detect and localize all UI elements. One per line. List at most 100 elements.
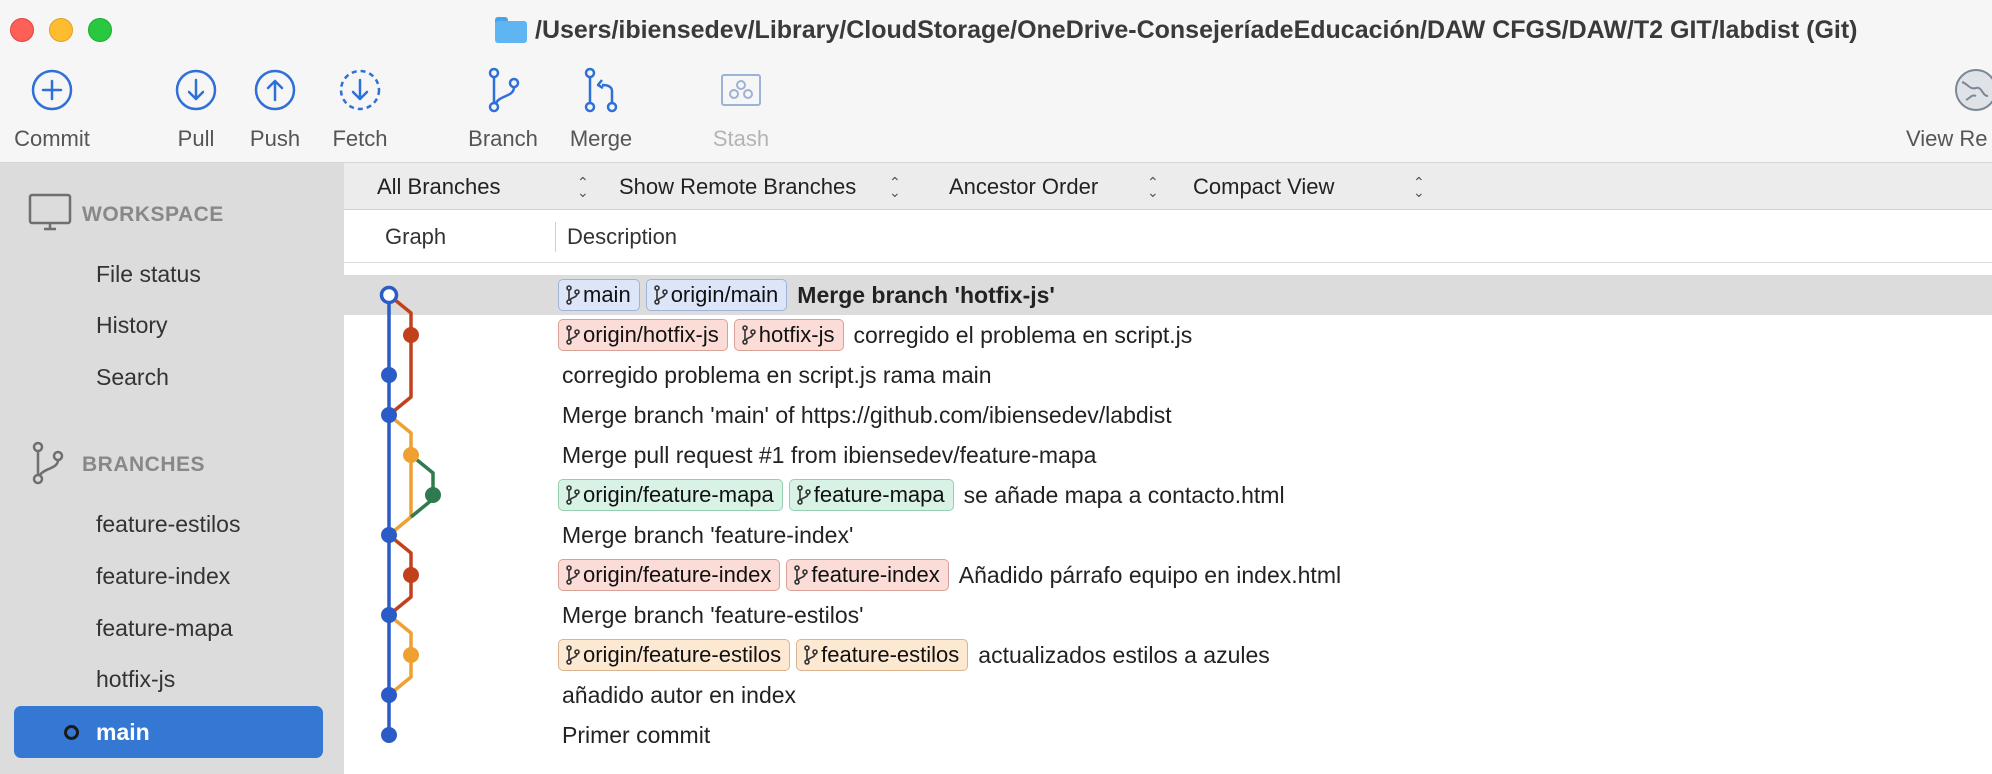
branch-badge[interactable]: origin/hotfix-js (558, 319, 728, 351)
branches-section-header[interactable]: BRANCHES (0, 440, 344, 490)
monitor-icon (28, 193, 72, 238)
sidebar-item-main[interactable]: main (14, 706, 323, 758)
remote-filter-select[interactable]: Show Remote Branches ⌃ ⌄ (619, 163, 919, 210)
commit-node[interactable] (425, 487, 441, 503)
commit-description: Merge branch 'feature-index' (558, 515, 853, 555)
branch-badge[interactable]: origin/feature-index (558, 559, 781, 591)
view-filter-select[interactable]: Compact View ⌃ ⌄ (1193, 163, 1425, 210)
commit-message: se añade mapa a contacto.html (963, 481, 1285, 508)
sidebar-item-label: hotfix-js (96, 665, 176, 692)
commit-node[interactable] (381, 527, 397, 543)
branch-button[interactable]: Branch (463, 67, 543, 152)
order-filter-select[interactable]: Ancestor Order ⌃ ⌄ (949, 163, 1179, 210)
branch-icon (481, 67, 525, 113)
commit-node[interactable] (403, 567, 419, 583)
sidebar-item-feature-estilos[interactable]: feature-estilos (0, 502, 344, 546)
commit-row[interactable]: origin/feature-mapa feature-mapa se añade … (344, 475, 1992, 515)
commit-message: Merge branch 'feature-index' (562, 521, 854, 548)
branch-badge-label: main (583, 282, 631, 307)
commit-graph (379, 285, 441, 743)
sidebar-item-label: History (96, 311, 168, 338)
fetch-button[interactable]: Fetch (326, 68, 394, 152)
branch-badge-label: origin/feature-estilos (583, 642, 782, 667)
commit-row[interactable]: main origin/main Merge branch 'hotfix-js' (344, 275, 1992, 315)
chevron-updown-icon: ⌃ ⌄ (889, 173, 901, 200)
branch-badge[interactable]: feature-mapa (788, 479, 954, 511)
branch-badge[interactable]: main (558, 279, 640, 311)
commit-description: origin/feature-mapa feature-mapa se añade … (558, 475, 1285, 515)
merge-button[interactable]: Merge (566, 67, 636, 152)
commit-description: Merge branch 'feature-estilos' (558, 595, 864, 635)
description-column-header[interactable]: Description (567, 210, 677, 263)
sidebar-item-label: File status (96, 260, 201, 287)
commit-description: Primer commit (558, 715, 710, 755)
arrow-up-circle-icon (253, 68, 297, 112)
branch-icon (28, 441, 68, 490)
branch-badge[interactable]: hotfix-js (733, 319, 844, 351)
feature-mapa-branch-line (409, 453, 435, 519)
commit-node[interactable] (403, 327, 419, 343)
sidebar-item-file-status[interactable]: File status (0, 252, 344, 296)
commit-description: corregido problema en script.js rama mai… (558, 355, 992, 395)
branch-icon (741, 325, 757, 345)
sidebar-item-feature-index[interactable]: feature-index (0, 554, 344, 598)
commit-button[interactable]: Commit (10, 68, 94, 152)
order-filter-value: Ancestor Order (949, 173, 1099, 199)
branch-badge-label: feature-mapa (813, 482, 945, 507)
commit-row[interactable]: origin/feature-index feature-index Añadido… (344, 555, 1992, 595)
sidebar-item-label: main (96, 718, 150, 745)
workspace-section-header[interactable]: WORKSPACE (0, 190, 344, 240)
arrow-down-circle-icon (174, 68, 218, 112)
commit-row[interactable]: corregido problema en script.js rama mai… (344, 355, 1992, 395)
sidebar-item-hotfix-js[interactable]: hotfix-js (0, 657, 344, 701)
commit-message: corregido problema en script.js rama mai… (562, 361, 992, 388)
commit-node[interactable] (381, 407, 397, 423)
branch-badge[interactable]: feature-index (786, 559, 949, 591)
column-divider[interactable] (555, 222, 556, 252)
branch-badge[interactable]: origin/feature-estilos (558, 639, 791, 671)
stash-button[interactable]: Stash (706, 68, 776, 152)
branch-badge[interactable]: feature-estilos (796, 639, 969, 671)
commit-message: corregido el problema en script.js (853, 321, 1193, 348)
close-window-button[interactable] (10, 18, 34, 42)
commit-row[interactable]: Merge branch 'feature-index' (344, 515, 1992, 555)
branch-icon (565, 285, 581, 305)
commit-row[interactable]: Merge branch 'feature-estilos' (344, 595, 1992, 635)
commit-node[interactable] (381, 727, 397, 743)
sidebar-item-label: feature-index (96, 562, 231, 589)
view-remote-button[interactable]: View Re (1906, 68, 1992, 152)
branch-badge-label: origin/main (670, 282, 779, 307)
fetch-icon (338, 68, 382, 112)
merge-label: Merge (569, 126, 633, 151)
push-button[interactable]: Push (245, 68, 305, 152)
commit-row[interactable]: origin/feature-estilos feature-estilos act… (344, 635, 1992, 675)
commit-row[interactable]: Merge branch 'main' of https://github.co… (344, 395, 1992, 435)
sidebar-item-history[interactable]: History (0, 303, 344, 347)
plus-circle-icon (30, 68, 74, 112)
branch-label: Branch (468, 126, 538, 151)
commit-row[interactable]: Primer commit (344, 715, 1992, 755)
branch-badge[interactable]: origin/main (645, 279, 788, 311)
zoom-window-button[interactable] (88, 18, 112, 42)
merge-icon (579, 67, 623, 113)
commit-node[interactable] (403, 647, 419, 663)
commit-node[interactable] (381, 687, 397, 703)
commit-node[interactable] (381, 367, 397, 383)
commit-node[interactable] (403, 447, 419, 463)
commit-node[interactable] (381, 607, 397, 623)
commit-row[interactable]: Merge pull request #1 from ibiensedev/fe… (344, 435, 1992, 475)
pull-button[interactable]: Pull (166, 68, 226, 152)
current-branch-icon (64, 724, 79, 740)
sidebar-item-search[interactable]: Search (0, 355, 344, 399)
stash-icon (719, 68, 763, 112)
pull-label: Pull (177, 126, 215, 151)
head-commit-node[interactable] (379, 285, 399, 305)
commit-row[interactable]: añadido autor en index (344, 675, 1992, 715)
minimize-window-button[interactable] (49, 18, 73, 42)
commit-description: main origin/main Merge branch 'hotfix-js' (558, 275, 1055, 315)
sidebar-item-feature-mapa[interactable]: feature-mapa (0, 606, 344, 650)
commit-row[interactable]: origin/hotfix-js hotfix-js corregido el pr… (344, 315, 1992, 355)
branch-icon (803, 645, 819, 665)
commit-description: Merge pull request #1 from ibiensedev/fe… (558, 435, 1096, 475)
branch-badge[interactable]: origin/feature-mapa (558, 479, 783, 511)
